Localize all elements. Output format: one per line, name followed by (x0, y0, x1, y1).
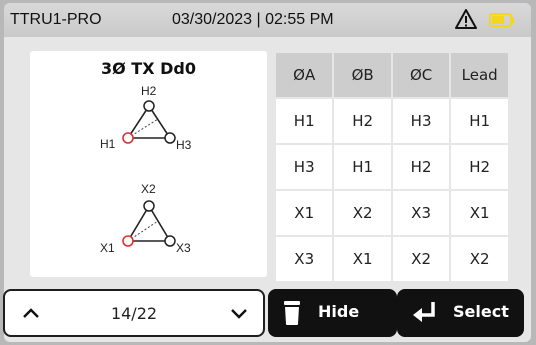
table-cell: X2 (332, 189, 393, 237)
h3-label: H3 (176, 138, 192, 152)
table-row: X3 X1 X2 X2 (273, 235, 510, 283)
battery-icon (489, 13, 514, 27)
warning-triangle-icon (455, 9, 477, 29)
page-navigator: 14/22 (3, 289, 265, 337)
table-row: H1 H2 H3 H1 (273, 97, 510, 145)
table-cell: X3 (273, 235, 335, 283)
table-cell: H3 (273, 143, 335, 191)
x1-label: X1 (100, 241, 115, 255)
table-cell: H1 (273, 97, 335, 145)
header-phase-a: ØA (273, 51, 335, 99)
select-button[interactable]: Select (397, 289, 524, 337)
table-row: H3 H1 H2 H2 (273, 143, 510, 191)
header-lead: Lead (449, 51, 510, 99)
enter-arrow-icon (413, 302, 435, 322)
chevron-down-icon[interactable] (229, 305, 249, 321)
table-cell: X1 (273, 189, 335, 237)
trash-icon (284, 301, 300, 325)
h-winding-delta: H2 H1 H3 (100, 84, 192, 152)
x2-label: X2 (141, 182, 156, 196)
x-winding-delta: X2 X1 X3 (100, 182, 191, 255)
table-cell: X1 (449, 189, 510, 237)
table-cell: X1 (332, 235, 393, 283)
table-cell: H2 (332, 97, 393, 145)
table-cell: X2 (390, 235, 452, 283)
table-header-row: ØA ØB ØC Lead (273, 51, 510, 99)
hide-button[interactable]: Hide (268, 289, 397, 337)
header-phase-b: ØB (332, 51, 393, 99)
table-cell: H1 (449, 97, 510, 145)
transformer-diagram-panel: 3Ø TX Dd0 H2 H1 H3 X2 X1 X3 (30, 51, 267, 277)
device-name: TTRU1-PRO (10, 11, 102, 28)
hide-button-label: Hide (318, 302, 360, 321)
header-phase-c: ØC (390, 51, 452, 99)
table-cell: H3 (390, 97, 452, 145)
table-cell: H1 (332, 143, 393, 191)
table-cell: X3 (390, 189, 452, 237)
status-bar: TTRU1-PRO 03/30/2023 | 02:55 PM (4, 3, 531, 37)
table-row: X1 X2 X3 X1 (273, 189, 510, 237)
h2-label: H2 (141, 84, 157, 98)
datetime: 03/30/2023 | 02:55 PM (172, 11, 334, 28)
table-cell: H2 (390, 143, 452, 191)
x3-label: X3 (176, 241, 191, 255)
delta-delta-diagram: H2 H1 H3 X2 X1 X3 (100, 84, 192, 255)
table-cell: H2 (449, 143, 510, 191)
page-indicator: 14/22 (110, 304, 158, 323)
table-cell: X2 (449, 235, 510, 283)
phase-mapping-table: ØA ØB ØC Lead H1 H2 H3 H1 H3 H1 H2 H2 X1… (273, 51, 510, 283)
h1-label: H1 (100, 137, 116, 151)
select-button-label: Select (453, 302, 509, 321)
